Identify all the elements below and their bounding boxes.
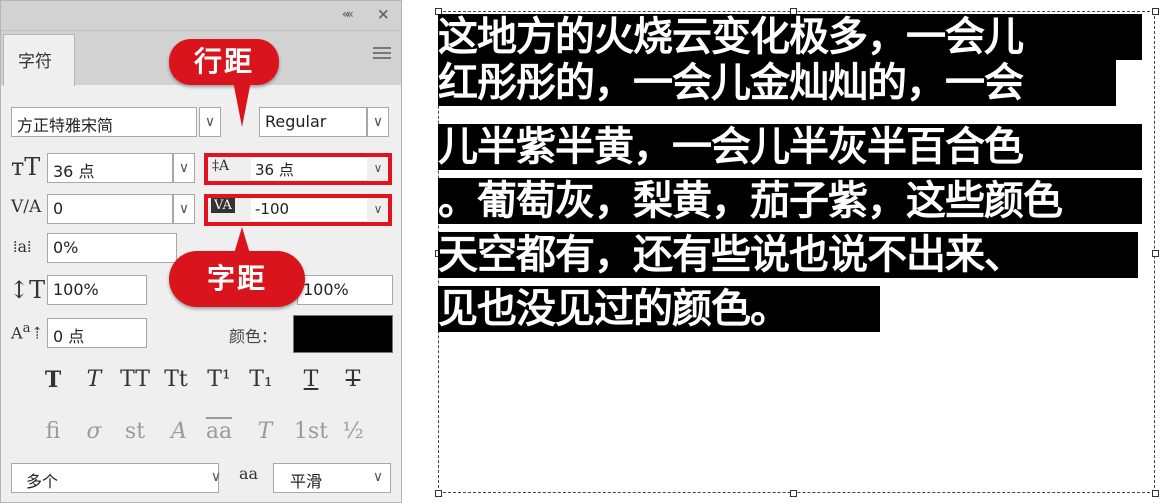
- discretionary-ligature-button[interactable]: σ: [74, 419, 114, 444]
- text-line[interactable]: 这地方的火烧云变化极多，一会儿: [438, 14, 1142, 60]
- fractions-button[interactable]: ½: [333, 419, 373, 444]
- leading-icon: ‡A: [212, 158, 230, 174]
- kerning-field[interactable]: 0: [47, 194, 173, 224]
- historical-ligature-button[interactable]: st: [115, 419, 155, 444]
- horizontal-scale-field[interactable]: 100%: [297, 275, 393, 305]
- language-field[interactable]: 多个: [11, 463, 219, 493]
- color-label: 颜色：: [229, 327, 278, 346]
- leading-field[interactable]: 36 点: [251, 158, 367, 180]
- frame-handle-bottom[interactable]: [790, 490, 797, 497]
- ligature-button[interactable]: fi: [33, 419, 73, 444]
- tracking-field[interactable]: -100: [251, 199, 367, 221]
- stylistic-alternates-button[interactable]: aa: [199, 419, 239, 444]
- panel-title-bar: «« ×: [1, 1, 401, 31]
- superscript-button[interactable]: T¹: [199, 367, 239, 392]
- underline-button[interactable]: T: [291, 367, 331, 392]
- subscript-button[interactable]: T₁: [241, 367, 281, 392]
- font-style-dropdown[interactable]: [367, 107, 389, 137]
- panel-menu-icon[interactable]: [373, 47, 391, 59]
- vertical-scale-icon: ↕T: [9, 276, 46, 304]
- leading-callout-pointer: [233, 81, 251, 127]
- leading-dropdown[interactable]: [370, 161, 386, 183]
- character-panel: «« × 字符 方正特雅宋简 Regular ᴛT 36 点 ‡A 36 点 V…: [0, 0, 402, 503]
- tracking-icon: VA: [211, 198, 235, 213]
- faux-italic-button[interactable]: T: [74, 367, 114, 392]
- kerning-icon: V/A: [11, 197, 42, 217]
- text-line[interactable]: 红彤彤的，一会儿金灿灿的，一会: [438, 60, 1116, 106]
- swash-button[interactable]: A: [159, 419, 199, 444]
- ordinals-button[interactable]: 1st: [291, 419, 331, 444]
- text-line[interactable]: 天空都有，还有些说也说不出来、: [438, 232, 1138, 278]
- faux-bold-button[interactable]: T: [33, 367, 73, 393]
- tracking-callout: 字距: [169, 251, 305, 307]
- antialias-dropdown[interactable]: [367, 463, 389, 493]
- strikethrough-button[interactable]: T: [333, 367, 373, 392]
- tracking-dropdown[interactable]: [370, 202, 386, 224]
- tsume-icon: ⁞a⁞: [13, 237, 32, 256]
- tsume-field[interactable]: 0%: [47, 233, 177, 263]
- frame-handle-right[interactable]: [1152, 250, 1159, 257]
- frame-handle-top-right[interactable]: [1152, 8, 1159, 15]
- font-family-dropdown[interactable]: [199, 107, 221, 137]
- small-caps-button[interactable]: Tt: [156, 367, 196, 392]
- font-style-field[interactable]: Regular: [259, 107, 367, 137]
- text-line[interactable]: 儿半紫半黄，一会儿半灰半百合色: [438, 124, 1142, 170]
- vertical-scale-field[interactable]: 100%: [47, 275, 147, 305]
- font-size-field[interactable]: 36 点: [47, 153, 173, 183]
- leading-callout: 行距: [169, 39, 279, 85]
- font-size-dropdown[interactable]: [173, 153, 195, 183]
- frame-handle-bottom-left[interactable]: [435, 490, 442, 497]
- baseline-shift-field[interactable]: 0 点: [47, 318, 147, 348]
- color-swatch[interactable]: [293, 315, 393, 353]
- close-icon[interactable]: ×: [377, 5, 390, 23]
- text-line[interactable]: 。葡萄灰，梨黄，茄子紫，这些颜色: [438, 178, 1142, 224]
- collapse-icon[interactable]: ««: [342, 7, 354, 21]
- font-family-field[interactable]: 方正特雅宋简: [11, 107, 197, 137]
- titling-alternates-button[interactable]: T: [245, 419, 285, 444]
- tab-character[interactable]: 字符: [3, 34, 75, 86]
- text-line[interactable]: 见也没见过的颜色。: [438, 286, 880, 332]
- all-caps-button[interactable]: TT: [115, 367, 155, 392]
- baseline-shift-icon: Aa⇡: [11, 321, 44, 343]
- font-size-icon: ᴛT: [11, 153, 41, 181]
- kerning-dropdown[interactable]: [173, 194, 195, 224]
- antialias-icon: aa: [239, 464, 259, 483]
- frame-handle-bottom-right[interactable]: [1152, 490, 1159, 497]
- language-dropdown[interactable]: [205, 463, 227, 493]
